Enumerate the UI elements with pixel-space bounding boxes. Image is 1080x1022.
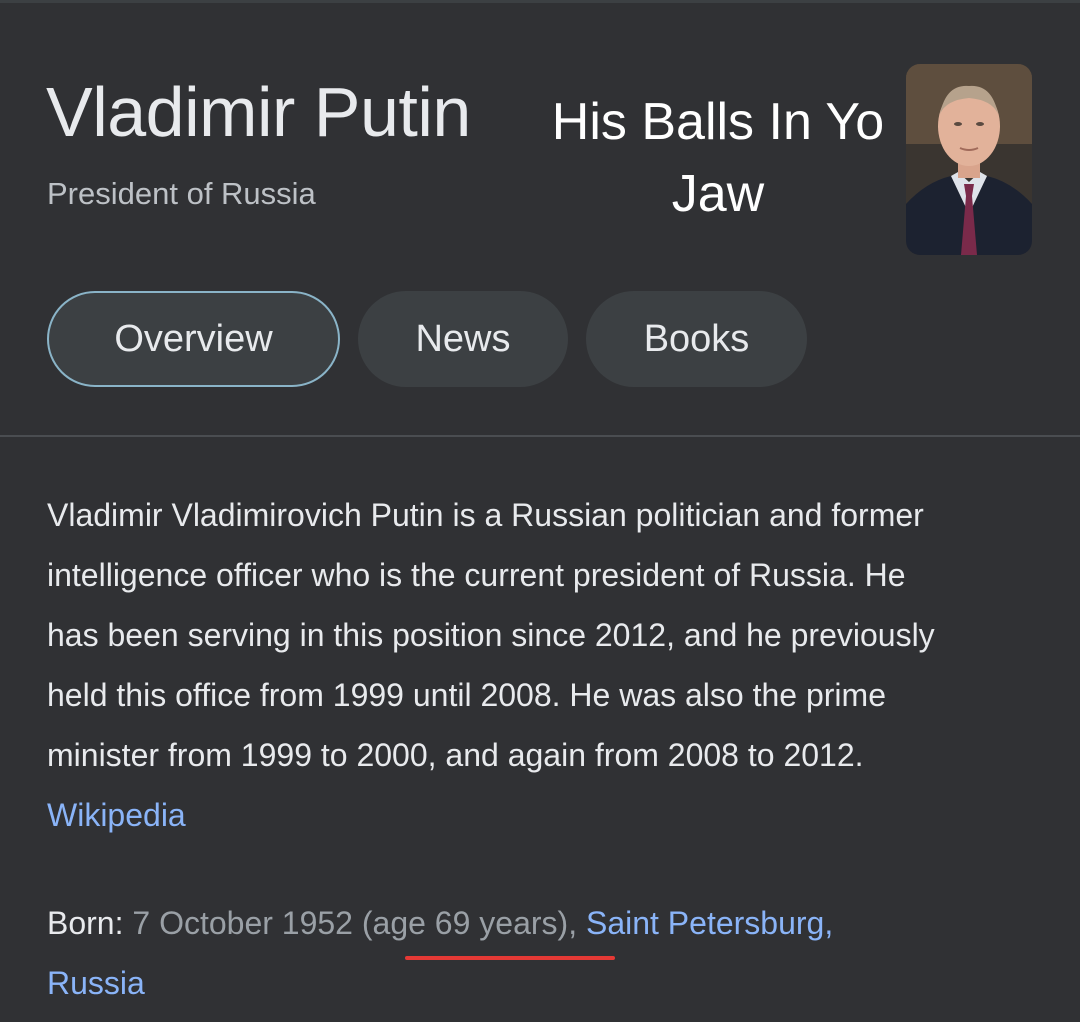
age-underline-annotation bbox=[405, 956, 615, 960]
born-comma: , bbox=[568, 905, 586, 941]
tab-books[interactable]: Books bbox=[586, 291, 807, 387]
description-line: held this office from 1999 until 2008. H… bbox=[47, 677, 886, 713]
tab-bar: Overview News Books bbox=[47, 291, 807, 387]
portrait-image bbox=[906, 64, 1032, 255]
entity-subtitle: President of Russia bbox=[47, 176, 316, 211]
meme-caption-overlay: His Balls In Yo Jaw bbox=[528, 86, 908, 230]
wikipedia-link[interactable]: Wikipedia bbox=[47, 785, 1047, 845]
top-edge-divider bbox=[0, 0, 1080, 3]
birthplace-country-link[interactable]: Russia bbox=[47, 965, 145, 1001]
tab-news-label: News bbox=[415, 317, 511, 360]
tab-books-label: Books bbox=[643, 317, 750, 360]
tab-news[interactable]: News bbox=[358, 291, 568, 387]
born-fact: Born: 7 October 1952 (age 69 years), Sai… bbox=[47, 893, 1047, 1013]
entity-description: Vladimir Vladimirovich Putin is a Russia… bbox=[47, 485, 1047, 845]
born-label: Born bbox=[47, 905, 115, 941]
tab-overview[interactable]: Overview bbox=[47, 291, 340, 387]
born-age: (age 69 years) bbox=[361, 905, 569, 941]
entity-photo[interactable] bbox=[906, 64, 1032, 255]
knowledge-panel: Vladimir Putin His Balls In Yo Jaw Presi… bbox=[0, 0, 1080, 1022]
meme-caption-line1: His Balls In Yo bbox=[551, 93, 885, 151]
birthplace-link[interactable]: Saint Petersburg, bbox=[586, 905, 833, 941]
description-line: minister from 1999 to 2000, and again fr… bbox=[47, 737, 864, 773]
entity-title: Vladimir Putin bbox=[46, 73, 471, 151]
meme-caption-line2: Jaw bbox=[671, 165, 765, 223]
born-date: 7 October 1952 bbox=[132, 905, 362, 941]
description-line: intelligence officer who is the current … bbox=[47, 557, 906, 593]
born-separator: : bbox=[114, 905, 133, 941]
description-line: Vladimir Vladimirovich Putin is a Russia… bbox=[47, 497, 924, 533]
description-line: has been serving in this position since … bbox=[47, 617, 935, 653]
section-divider bbox=[0, 435, 1080, 437]
tab-overview-label: Overview bbox=[114, 317, 273, 360]
